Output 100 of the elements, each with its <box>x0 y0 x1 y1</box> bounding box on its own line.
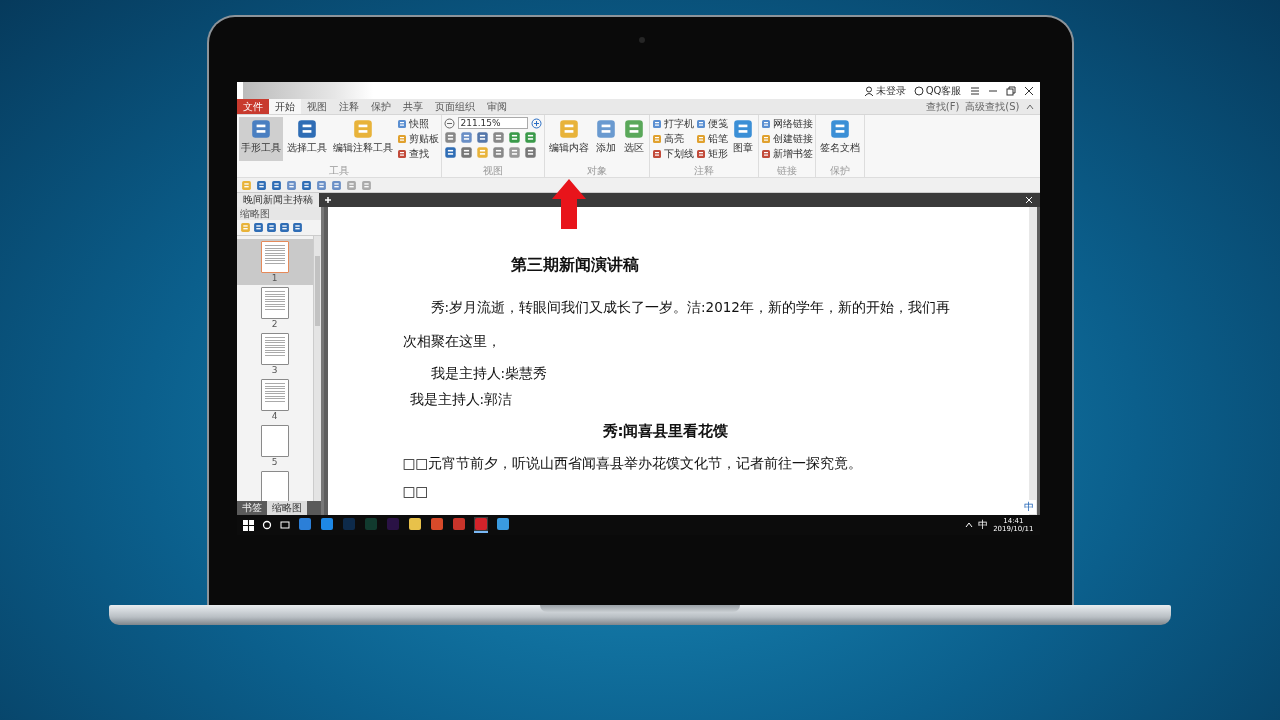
view-icon[interactable] <box>491 131 505 144</box>
tool-button[interactable]: 打字机 <box>651 117 694 131</box>
quick-access-icon[interactable] <box>300 179 312 191</box>
ribbon-tab[interactable]: 共享 <box>396 99 429 114</box>
tool-button[interactable]: 快照 <box>396 117 439 131</box>
panel-tool-icon[interactable] <box>291 222 303 233</box>
menu-icon[interactable] <box>969 85 980 96</box>
document-title: 第三期新闻演讲稿 <box>510 255 640 276</box>
tool-button[interactable]: 铅笔 <box>695 132 728 146</box>
taskbar-app[interactable] <box>297 517 312 533</box>
tool-button[interactable]: 便笺 <box>695 117 728 131</box>
zoom-combo[interactable]: 211.15% <box>457 117 528 129</box>
page-thumbnail[interactable]: 5 <box>236 423 313 469</box>
quick-access-icon[interactable] <box>270 179 282 191</box>
paragraph: 秀:岁月流逝，转眼间我们又成长了一岁。洁:2012年，新的学年，新的开始，我们再次相聚在这里， <box>402 298 951 351</box>
login-link[interactable]: 未登录 <box>863 83 906 98</box>
text-line: 我是主持人:郭洁 <box>408 390 514 409</box>
quick-access-icon[interactable] <box>285 179 297 191</box>
tool-button[interactable]: 高亮 <box>651 132 694 146</box>
tool-icon <box>396 119 407 129</box>
close-icon[interactable] <box>1023 85 1034 96</box>
tool-button[interactable]: 矩形 <box>695 147 728 161</box>
tool-button[interactable]: 手形工具 <box>238 117 283 161</box>
page-thumbnail[interactable]: 2 <box>236 285 313 331</box>
tool-icon <box>760 119 771 129</box>
taskbar-app[interactable] <box>473 517 488 533</box>
view-icon[interactable] <box>523 131 537 144</box>
view-icon[interactable] <box>443 131 457 144</box>
input-method-indicator[interactable]: 中 <box>978 518 989 532</box>
tool-button[interactable]: 添加 <box>592 117 619 161</box>
view-icon[interactable] <box>507 146 521 159</box>
zoom-in-icon[interactable] <box>530 117 542 129</box>
restore-icon[interactable] <box>1005 85 1016 96</box>
pointer-arrow <box>551 179 586 229</box>
ribbon-tab[interactable]: 保护 <box>364 99 397 114</box>
quick-access-icon[interactable] <box>315 179 327 191</box>
ribbon-tab[interactable]: 页面组织 <box>428 99 481 114</box>
panel-title: 缩略图 <box>236 207 321 220</box>
document-tab[interactable]: 晚间新闻主持稿 <box>236 193 319 207</box>
search-icon[interactable] <box>261 520 272 530</box>
view-icon[interactable] <box>459 146 473 159</box>
support-link[interactable]: QQ客服 <box>925 83 962 98</box>
quick-access-icon[interactable] <box>330 179 342 191</box>
tool-button[interactable]: 下划线 <box>651 147 694 161</box>
text-line: 我是主持人:柴慧秀 <box>429 364 549 383</box>
tool-button[interactable]: 选择工具 <box>284 117 329 161</box>
tool-icon <box>695 134 706 144</box>
page-thumbnail[interactable]: 1 <box>236 239 313 285</box>
ribbon-tab[interactable]: 文件 <box>236 99 269 114</box>
text-line: □□ <box>402 482 429 501</box>
tool-button[interactable]: 剪贴板 <box>396 132 439 146</box>
tool-button[interactable]: 新增书签 <box>760 147 813 161</box>
ribbon-tab[interactable]: 审阅 <box>480 99 513 114</box>
quick-access-icon[interactable] <box>255 179 267 191</box>
tool-button[interactable]: 图章 <box>729 117 756 161</box>
windows-logo-icon[interactable] <box>242 519 254 531</box>
taskbar-app[interactable] <box>407 517 422 533</box>
login-label[interactable]: 未登录 <box>875 83 906 98</box>
group-label: 视图 <box>481 165 504 177</box>
ribbon-tab[interactable]: 视图 <box>300 99 333 114</box>
search-button[interactable]: 高级查找(S) <box>965 99 1020 114</box>
taskbar-app[interactable] <box>495 517 510 533</box>
tool-button[interactable]: 网络链接 <box>760 117 813 131</box>
tool-icon <box>731 118 754 140</box>
panel-tool-icon[interactable] <box>265 222 277 233</box>
view-icon[interactable] <box>491 146 505 159</box>
tool-button[interactable]: 创建链接 <box>760 132 813 146</box>
ribbon-tab[interactable]: 注释 <box>332 99 365 114</box>
tool-icon <box>651 119 662 129</box>
tool-button[interactable]: 编辑内容 <box>546 117 591 161</box>
view-icon[interactable] <box>443 146 457 159</box>
scrollbar[interactable] <box>312 236 321 501</box>
panel-tab[interactable]: 书签 <box>236 501 267 515</box>
tool-icon <box>594 118 617 140</box>
tool-icon <box>651 134 662 144</box>
tool-icon <box>351 118 374 140</box>
search-button[interactable]: 查找(F) <box>925 99 960 114</box>
zoom-out-icon[interactable] <box>443 117 455 129</box>
panel-tool-icon[interactable] <box>278 222 290 233</box>
taskbar-app[interactable] <box>319 517 334 533</box>
view-icon[interactable] <box>459 131 473 144</box>
view-icon[interactable] <box>507 131 521 144</box>
collapse-icon[interactable] <box>1025 102 1034 111</box>
tool-button[interactable]: 编辑注释工具 <box>330 117 395 161</box>
view-icon[interactable] <box>523 146 537 159</box>
panel-tab[interactable]: 缩略图 <box>266 501 307 515</box>
ribbon-tab[interactable]: 开始 <box>268 99 301 114</box>
page-thumbnail[interactable]: 4 <box>236 377 313 423</box>
tool-button[interactable]: 选区 <box>620 117 647 161</box>
tool-icon <box>622 118 645 140</box>
tool-button[interactable]: 签名文档 <box>817 117 862 161</box>
page-thumbnail[interactable]: 3 <box>236 331 313 377</box>
group-label: 工具 <box>327 165 350 177</box>
camera-dot <box>638 37 645 43</box>
task-view-icon[interactable] <box>279 520 290 530</box>
support-icon <box>913 85 924 96</box>
view-icon[interactable] <box>475 131 489 144</box>
panel-tool-icon[interactable] <box>252 222 264 233</box>
tool-button[interactable]: 查找 <box>396 147 439 161</box>
chevron-up-icon[interactable] <box>965 521 974 529</box>
